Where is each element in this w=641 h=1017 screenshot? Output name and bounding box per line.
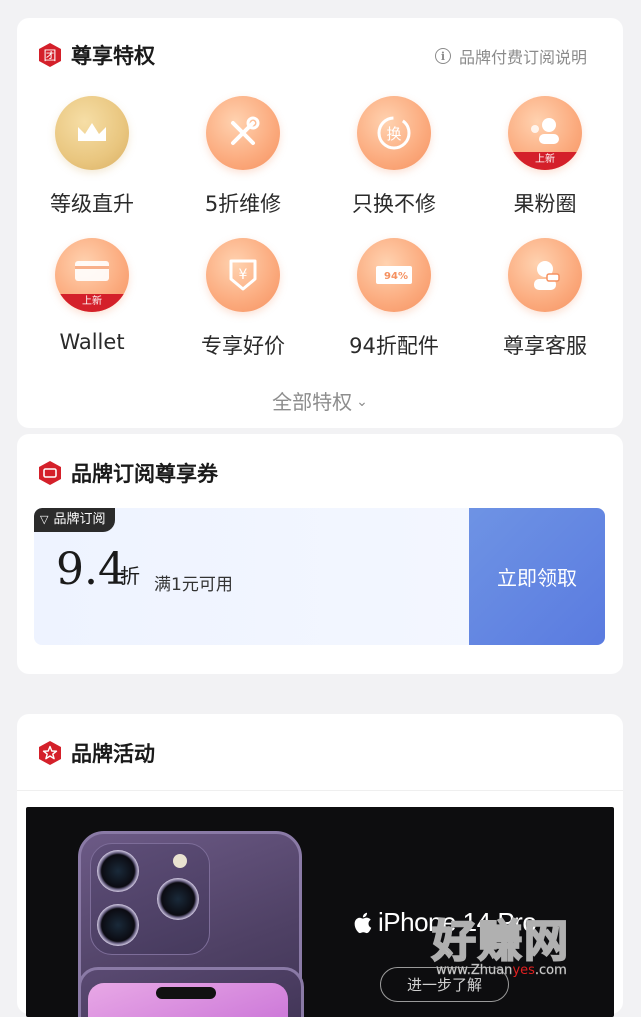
- svg-text:换: 换: [386, 125, 401, 143]
- privilege-item-level-up[interactable]: 等级直升: [17, 96, 167, 218]
- apple-logo-icon: [354, 912, 372, 934]
- iphone-promo-banner[interactable]: iPhone 14 Pro 进一步了解: [26, 807, 614, 1017]
- privilege-hex-icon: 团: [39, 43, 61, 67]
- explain-link-label: 品牌付费订阅说明: [458, 48, 587, 67]
- exchange-icon: 换: [357, 96, 431, 170]
- info-icon: i: [434, 48, 451, 64]
- dynamic-island: [156, 987, 216, 999]
- subscription-explain-link[interactable]: i 品牌付费订阅说明: [434, 44, 587, 68]
- crown-icon: [55, 96, 129, 170]
- camera-lens: [97, 904, 139, 946]
- all-privileges-label: 全部特权: [272, 390, 353, 414]
- privileges-header: 团 尊享特权: [37, 40, 155, 70]
- coupon-header: 品牌订阅尊享券: [37, 458, 218, 488]
- svg-text:¥: ¥: [239, 267, 248, 283]
- privileges-title: 尊享特权: [71, 44, 155, 68]
- triangle-icon: ▽: [40, 513, 49, 526]
- svg-text:团: 团: [43, 49, 56, 64]
- privilege-item-exchange[interactable]: 换 只换不修: [319, 96, 469, 218]
- claim-coupon-button[interactable]: 立即领取: [469, 508, 605, 645]
- camera-lens: [157, 878, 199, 920]
- svg-text:94%: 94%: [384, 271, 408, 282]
- chevron-down-icon: ⌄: [356, 394, 368, 410]
- privilege-item-customer-service[interactable]: 尊享客服: [470, 238, 620, 360]
- camera-flash: [173, 854, 187, 868]
- wallet-card-icon: 上新: [55, 238, 129, 312]
- community-icon: 上新: [508, 96, 582, 170]
- section-divider: [17, 790, 623, 791]
- coupon-discount-value: 9.4: [56, 544, 126, 595]
- subscription-coupon: ▽ 品牌订阅 9.4 折 满1元可用 立即领取: [34, 508, 605, 645]
- privilege-label: 果粉圈: [513, 192, 577, 216]
- customer-service-icon: [508, 238, 582, 312]
- star-hex-icon: [39, 741, 61, 765]
- learn-more-button[interactable]: 进一步了解: [380, 967, 510, 1002]
- camera-module: [90, 843, 210, 955]
- banner-product-name: iPhone 14 Pro: [378, 907, 537, 937]
- ticket-hex-icon: [39, 461, 61, 485]
- activity-section-title: 品牌活动: [71, 742, 155, 766]
- coupon-tag-label: 品牌订阅: [53, 512, 106, 527]
- privilege-label: Wallet: [59, 330, 125, 354]
- privilege-label: 尊享客服: [503, 334, 587, 358]
- coupon-discount-unit: 折: [120, 564, 140, 588]
- privilege-item-fan-circle[interactable]: 上新 果粉圈: [470, 96, 620, 218]
- activity-header: 品牌活动: [37, 738, 155, 768]
- new-badge: 上新: [508, 152, 582, 170]
- repair-tools-icon: [206, 96, 280, 170]
- activity-card: 品牌活动 iPhone 14 Pro 进一步了解: [17, 714, 623, 1017]
- all-privileges-link[interactable]: 全部特权 ⌄: [17, 386, 623, 415]
- price-tag-icon: ¥: [206, 238, 280, 312]
- coupon-card: 品牌订阅尊享券 ▽ 品牌订阅 9.4 折 满1元可用 立即领取: [17, 434, 623, 674]
- privilege-item-repair[interactable]: 5折维修: [168, 96, 318, 218]
- coupon-condition: 满1元可用: [154, 575, 233, 595]
- accessory-coupon-icon: 94%: [357, 238, 431, 312]
- privilege-label: 94折配件: [349, 334, 439, 358]
- privilege-label: 等级直升: [50, 192, 134, 216]
- privilege-item-wallet[interactable]: 上新 Wallet: [17, 238, 167, 354]
- privilege-label: 5折维修: [204, 192, 282, 216]
- camera-lens: [97, 850, 139, 892]
- privilege-label: 只换不修: [352, 192, 436, 216]
- privilege-label: 专享好价: [201, 334, 285, 358]
- privilege-item-special-price[interactable]: ¥ 专享好价: [168, 238, 318, 360]
- coupon-tag: ▽ 品牌订阅: [34, 508, 116, 532]
- new-badge: 上新: [55, 294, 129, 312]
- coupon-section-title: 品牌订阅尊享券: [71, 462, 218, 486]
- privilege-item-accessory-discount[interactable]: 94% 94折配件: [319, 238, 469, 360]
- privileges-card: 团 尊享特权 i 品牌付费订阅说明 等级直升 5折维修 换 只换不修 上新 果粉…: [17, 18, 623, 428]
